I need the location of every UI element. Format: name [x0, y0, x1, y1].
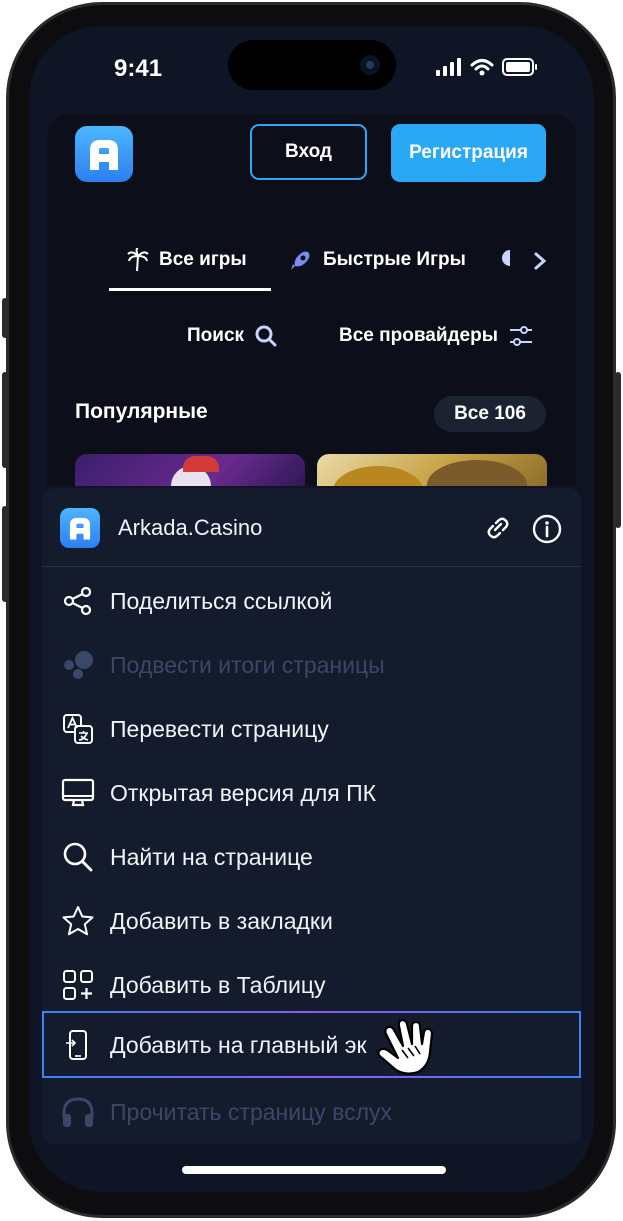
menu-item-label: Найти на странице — [110, 843, 313, 870]
power-button — [615, 372, 621, 528]
register-button[interactable]: Регистрация — [391, 124, 546, 182]
volume-up-button — [2, 372, 8, 468]
menu-item-find-on-page[interactable]: Найти на странице — [42, 825, 581, 889]
menu-item-label: Перевести страницу — [110, 715, 329, 742]
signal-icon — [436, 58, 461, 76]
menu-item-add-to-home[interactable]: Добавить на главный эк — [42, 1013, 581, 1077]
menu-item-label: Поделиться ссылкой — [110, 587, 333, 614]
game-tabs: Все игры Быстрые Игры — [109, 242, 569, 292]
star-icon — [62, 906, 94, 936]
casino-logo[interactable] — [75, 126, 133, 182]
menu-item-desktop-version[interactable]: Открытая версия для ПК — [42, 761, 581, 825]
login-button[interactable]: Вход — [250, 124, 367, 180]
menu-item-label: Подвести итоги страницы — [110, 651, 385, 678]
site-favicon — [60, 508, 100, 548]
all-games-count-button[interactable]: Все 106 — [434, 396, 546, 432]
next-tab-partial-icon — [502, 250, 510, 266]
sliders-icon — [509, 326, 532, 346]
tab-all-games[interactable]: Все игры — [127, 242, 247, 278]
site-name: Arkada.Casino — [118, 515, 263, 540]
popular-title: Популярные — [75, 400, 208, 423]
translate-icon — [63, 714, 93, 744]
volume-down-button — [2, 506, 8, 602]
menu-item-translate[interactable]: Перевести страницу — [42, 697, 581, 761]
logo-letter-a-icon — [69, 517, 91, 540]
game-thumbnail-santa[interactable] — [75, 454, 305, 486]
palm-tree-icon — [127, 248, 149, 272]
tab-all-games-label: Все игры — [159, 249, 247, 270]
menu-item-add-bookmark[interactable]: Добавить в закладки — [42, 889, 581, 953]
battery-icon — [502, 58, 537, 76]
menu-item-share-link[interactable]: Поделиться ссылкой — [42, 569, 581, 633]
add-to-home-icon — [66, 1030, 87, 1060]
menu-item-label: Прочитать страницу вслух — [110, 1098, 393, 1125]
headphones-icon — [62, 1097, 94, 1127]
wifi-icon — [470, 59, 494, 76]
providers-label: Все провайдеры — [339, 325, 498, 346]
status-time: 9:41 — [114, 55, 163, 82]
share-sheet-header: Arkada.Casino — [42, 488, 581, 566]
search-icon — [63, 842, 93, 872]
side-button — [2, 298, 8, 338]
menu-item-label: Открытая версия для ПК — [110, 779, 377, 806]
share-sheet: Arkada.Casino Поделиться ссылкой Подвест… — [42, 488, 581, 1144]
add-grid-icon — [63, 970, 93, 1000]
camera-icon — [360, 55, 380, 75]
menu-item-label: Добавить в Таблицу — [110, 971, 326, 998]
search-label: Поиск — [187, 325, 245, 346]
tab-fast-games-label: Быстрые Игры — [323, 249, 466, 270]
home-indicator[interactable] — [182, 1166, 446, 1174]
menu-item-add-to-table[interactable]: Добавить в Таблицу — [42, 953, 581, 1017]
search-icon — [255, 325, 277, 347]
tap-hand-icon — [377, 1018, 434, 1075]
chevron-right-icon[interactable] — [533, 252, 547, 270]
tab-fast-games[interactable]: Быстрые Игры — [289, 242, 466, 278]
menu-item-label: Добавить в закладки — [110, 907, 333, 934]
sheet-divider — [42, 566, 581, 567]
share-icon — [63, 586, 92, 616]
logo-letter-a-icon — [90, 140, 118, 170]
search-filter[interactable]: Поиск — [187, 324, 278, 348]
providers-filter[interactable]: Все провайдеры — [339, 324, 534, 348]
game-thumbnail-gold[interactable] — [317, 454, 547, 486]
menu-item-read-aloud[interactable]: Прочитать страницу вслух — [42, 1080, 581, 1144]
rocket-icon — [291, 251, 310, 270]
menu-item-label: Добавить на главный эк — [110, 1031, 367, 1058]
summary-dots-icon — [64, 651, 93, 679]
link-icon[interactable] — [485, 514, 511, 542]
info-icon[interactable] — [532, 514, 562, 544]
menu-item-summarize[interactable]: Подвести итоги страницы — [42, 633, 581, 697]
casino-website: Вход Регистрация Все игры Быстрые Игры П… — [47, 114, 576, 486]
desktop-icon — [61, 778, 95, 807]
active-tab-indicator — [109, 288, 271, 291]
status-icons — [436, 58, 538, 76]
